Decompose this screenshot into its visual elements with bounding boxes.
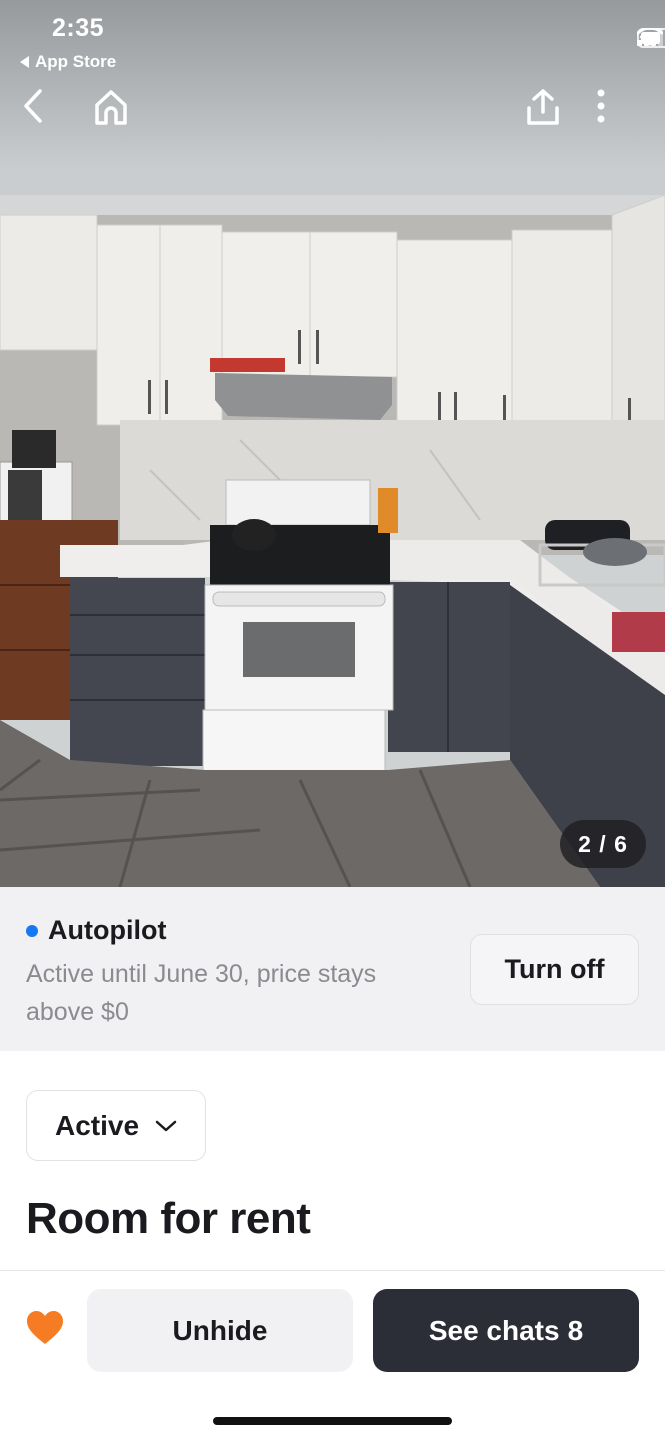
autopilot-title: Autopilot	[48, 915, 167, 945]
back-triangle-icon	[20, 56, 29, 68]
listing-status-dropdown[interactable]: Active	[26, 1090, 206, 1161]
autopilot-title-row: Autopilot	[26, 915, 166, 946]
back-chevron-icon	[24, 89, 42, 123]
turn-off-button[interactable]: Turn off	[470, 934, 639, 1005]
favorite-button[interactable]	[26, 1310, 64, 1346]
see-chats-label: See chats	[428, 1314, 560, 1346]
back-app-label: App Store	[35, 52, 117, 71]
back-to-app-link[interactable]: App Store	[20, 52, 116, 72]
listing-photo[interactable]: 2:35 App Store 2 / 6	[0, 0, 665, 887]
back-button[interactable]	[20, 88, 68, 136]
heart-icon	[27, 1311, 63, 1344]
unhide-button[interactable]: Unhide	[87, 1289, 353, 1372]
home-button[interactable]	[92, 88, 140, 136]
photo-counter: 2 / 6	[560, 820, 646, 868]
home-icon	[95, 90, 127, 125]
more-vertical-icon	[597, 89, 605, 123]
bottom-bar-divider	[0, 1270, 665, 1271]
status-time: 2:35	[52, 14, 105, 42]
chevron-down-icon	[155, 1120, 177, 1131]
autopilot-description: Active until June 30, price stays above …	[26, 960, 377, 1026]
listing-status-label: Active	[54, 1109, 140, 1141]
listing-title: Room for rent	[26, 1194, 311, 1243]
share-button[interactable]	[525, 88, 573, 136]
chats-count: 8	[567, 1314, 584, 1346]
share-icon	[527, 89, 559, 125]
autopilot-banner: Autopilot Active until June 30, price st…	[0, 887, 665, 1051]
home-indicator[interactable]	[213, 1417, 452, 1425]
see-chats-button[interactable]: See chats 8	[373, 1289, 639, 1372]
battery-icon	[637, 28, 665, 48]
autopilot-status-dot-icon	[26, 924, 38, 937]
more-options-button[interactable]	[596, 88, 644, 136]
